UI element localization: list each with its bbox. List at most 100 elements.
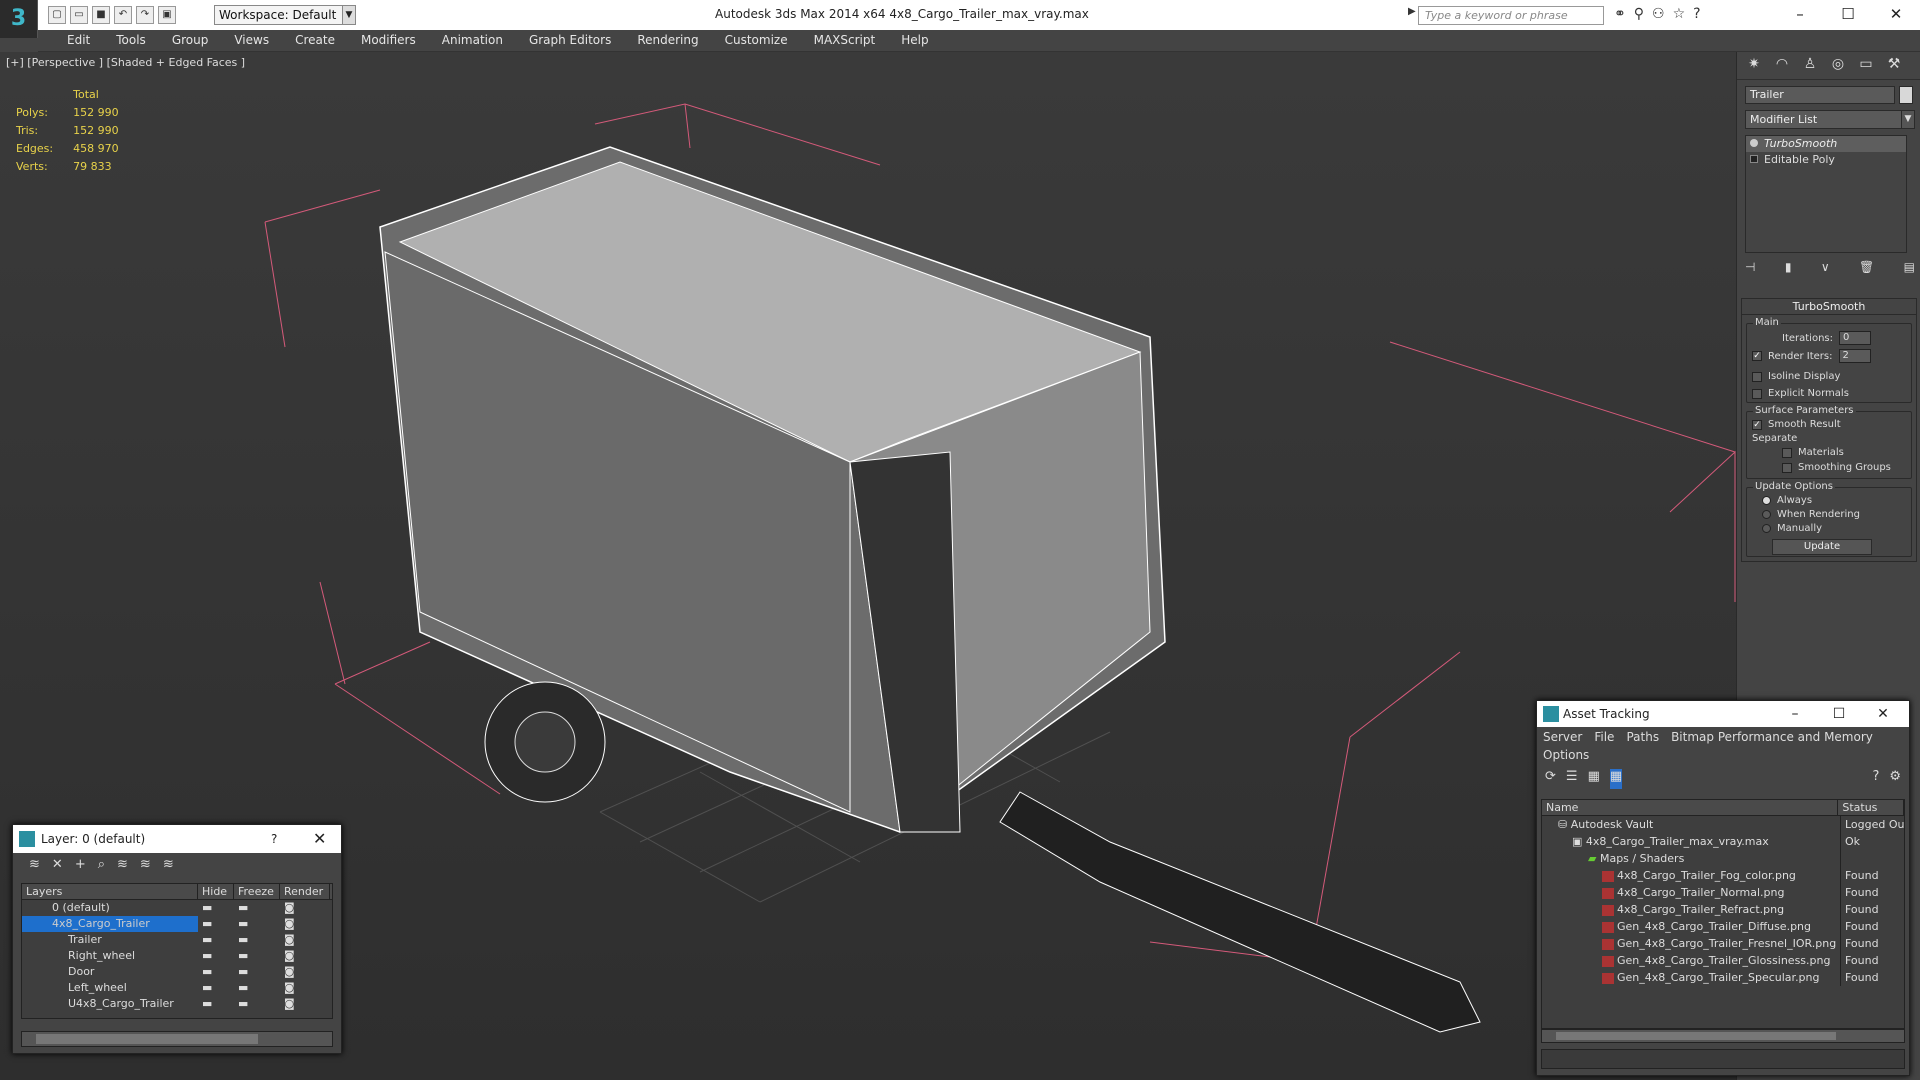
undo-icon[interactable]: ↶	[114, 6, 132, 24]
highlight-layer-icon[interactable]: ≋	[117, 857, 128, 873]
hide-toggle[interactable]: ▬	[198, 980, 234, 996]
column-header-status[interactable]: Status	[1838, 800, 1904, 815]
workspace-dropdown[interactable]: Workspace: Default	[214, 5, 354, 25]
favorites-star-icon[interactable]: ☆	[1673, 6, 1686, 22]
freeze-all-icon[interactable]: ≋	[163, 857, 174, 873]
menu-create[interactable]: Create	[282, 30, 348, 51]
asset-row[interactable]: 4x8_Cargo_Trailer_Fog_color.png Found	[1542, 867, 1904, 884]
sign-in-icon[interactable]: ⚇	[1652, 6, 1665, 22]
render-toggle-icon[interactable]: ◙	[280, 916, 330, 932]
hierarchy-tab-icon[interactable]: ♙	[1799, 56, 1821, 76]
asset-row[interactable]: ▣ 4x8_Cargo_Trailer_max_vray.max Ok	[1542, 833, 1904, 850]
menu-maxscript[interactable]: MAXScript	[801, 30, 889, 51]
freeze-toggle[interactable]: ▬	[234, 900, 280, 916]
layer-row[interactable]: Door ▬ ▬ ◙	[22, 964, 332, 980]
layer-horizontal-scrollbar[interactable]	[21, 1031, 333, 1047]
menu-modifiers[interactable]: Modifiers	[348, 30, 429, 51]
modifier-list-dropdown[interactable]: Modifier List	[1745, 110, 1905, 129]
manually-radio[interactable]	[1762, 524, 1771, 533]
asset-row[interactable]: Gen_4x8_Cargo_Trailer_Fresnel_IOR.png Fou…	[1542, 935, 1904, 952]
menu-animation[interactable]: Animation	[429, 30, 516, 51]
layer-row[interactable]: U4x8_Cargo_Trailer ▬ ▬ ◙	[22, 996, 332, 1012]
close-icon[interactable]: ✕	[313, 825, 326, 853]
lightbulb-icon[interactable]	[1750, 139, 1758, 147]
expand-icon[interactable]	[1750, 155, 1758, 163]
cargo-trailer-model[interactable]	[379, 146, 1481, 1033]
column-header-hide[interactable]: Hide	[198, 884, 234, 899]
iterations-spinner[interactable]: 0	[1839, 331, 1871, 345]
menu-graph-editors[interactable]: Graph Editors	[516, 30, 624, 51]
stack-item-editable-poly[interactable]: Editable Poly	[1746, 152, 1906, 168]
hide-toggle[interactable]: ▬	[198, 948, 234, 964]
smooth-result-checkbox[interactable]: ✓	[1752, 419, 1762, 430]
hide-toggle[interactable]: ▬	[198, 996, 234, 1012]
layer-row[interactable]: 4x8_Cargo_Trailer ▬ ▬ ◙	[22, 916, 332, 932]
menu-help[interactable]: Help	[888, 30, 941, 51]
open-file-icon[interactable]: ▭	[70, 6, 88, 24]
binoculars-icon[interactable]: ⚭	[1614, 6, 1626, 22]
configure-modifier-sets-icon[interactable]: ▤	[1904, 260, 1915, 274]
select-objects-icon[interactable]: ⌕	[98, 857, 105, 873]
hide-all-icon[interactable]: ≋	[140, 857, 151, 873]
app-logo-icon[interactable]: 3	[0, 0, 38, 38]
layer-row[interactable]: Left_wheel ▬ ▬ ◙	[22, 980, 332, 996]
freeze-toggle[interactable]: ▬	[234, 996, 280, 1012]
table-view-icon[interactable]: ▦	[1609, 769, 1623, 789]
always-radio[interactable]	[1762, 496, 1771, 505]
object-color-swatch[interactable]	[1899, 86, 1913, 104]
show-end-result-icon[interactable]: ▮	[1785, 260, 1792, 274]
asset-menu-paths[interactable]: Paths	[1626, 727, 1659, 747]
asset-menu-bitmap[interactable]: Bitmap Performance and Memory	[1671, 727, 1873, 747]
asset-horizontal-scrollbar[interactable]	[1541, 1029, 1905, 1043]
asset-row[interactable]: Gen_4x8_Cargo_Trailer_Glossiness.png Foun…	[1542, 952, 1904, 969]
when-rendering-radio[interactable]	[1762, 510, 1771, 519]
layer-row[interactable]: Trailer ▬ ▬ ◙	[22, 932, 332, 948]
asset-menu-file[interactable]: File	[1594, 727, 1614, 747]
motion-tab-icon[interactable]: ◎	[1827, 56, 1849, 76]
asset-row[interactable]: Gen_4x8_Cargo_Trailer_Specular.png Found	[1542, 969, 1904, 986]
render-toggle-icon[interactable]: ◙	[280, 996, 330, 1012]
search-expand-icon[interactable]: ▶	[1408, 6, 1416, 17]
hide-toggle[interactable]: ▬	[198, 916, 234, 932]
minimize-icon[interactable]: –	[1776, 0, 1824, 30]
freeze-toggle[interactable]: ▬	[234, 932, 280, 948]
menu-customize[interactable]: Customize	[712, 30, 801, 51]
asset-menu-server[interactable]: Server	[1543, 727, 1582, 747]
maximize-icon[interactable]: ☐	[1817, 701, 1861, 727]
asset-tracking-titlebar[interactable]: Asset Tracking – ☐ ✕	[1537, 701, 1909, 727]
close-icon[interactable]: ✕	[1861, 701, 1905, 727]
remove-modifier-icon[interactable]: 🗑	[1859, 260, 1874, 274]
render-toggle-icon[interactable]: ◙	[280, 980, 330, 996]
asset-row[interactable]: Gen_4x8_Cargo_Trailer_Diffuse.png Found	[1542, 918, 1904, 935]
layer-row[interactable]: Right_wheel ▬ ▬ ◙	[22, 948, 332, 964]
layer-row[interactable]: 0 (default) ▬ ▬ ◙	[22, 900, 332, 916]
freeze-toggle[interactable]: ▬	[234, 964, 280, 980]
render-iters-spinner[interactable]: 2	[1838, 349, 1871, 363]
communication-icon[interactable]: ⚲	[1634, 6, 1644, 22]
menu-rendering[interactable]: Rendering	[624, 30, 711, 51]
render-toggle-icon[interactable]: ◙	[280, 964, 330, 980]
smoothing-groups-checkbox[interactable]	[1782, 462, 1792, 473]
add-to-layer-icon[interactable]: +	[75, 857, 86, 873]
freeze-toggle[interactable]: ▬	[234, 980, 280, 996]
pin-stack-icon[interactable]: ⊣	[1745, 260, 1755, 274]
asset-row[interactable]: ▰ Maps / Shaders	[1542, 850, 1904, 867]
stack-item-turbosmooth[interactable]: TurboSmooth	[1746, 136, 1906, 152]
column-header-layers[interactable]: Layers	[22, 884, 198, 899]
display-tab-icon[interactable]: ▭	[1855, 56, 1877, 76]
asset-row[interactable]: 4x8_Cargo_Trailer_Normal.png Found	[1542, 884, 1904, 901]
materials-checkbox[interactable]	[1782, 447, 1792, 458]
scrollbar-thumb[interactable]	[36, 1034, 258, 1044]
utilities-tab-icon[interactable]: ⚒	[1883, 56, 1905, 76]
project-folder-icon[interactable]: ▣	[158, 6, 176, 24]
explicit-normals-checkbox[interactable]	[1752, 388, 1762, 399]
freeze-toggle[interactable]: ▬	[234, 948, 280, 964]
object-name-field[interactable]: Trailer	[1745, 86, 1895, 104]
minimize-icon[interactable]: –	[1773, 701, 1817, 727]
thumbnail-icon[interactable]: ▦	[1588, 769, 1600, 789]
asset-row[interactable]: ⛁ Autodesk Vault Logged Ou	[1542, 816, 1904, 833]
refresh-icon[interactable]: ⟳	[1545, 769, 1556, 789]
column-header-freeze[interactable]: Freeze	[234, 884, 280, 899]
settings-icon[interactable]: ⚙	[1889, 769, 1901, 789]
menu-views[interactable]: Views	[221, 30, 282, 51]
